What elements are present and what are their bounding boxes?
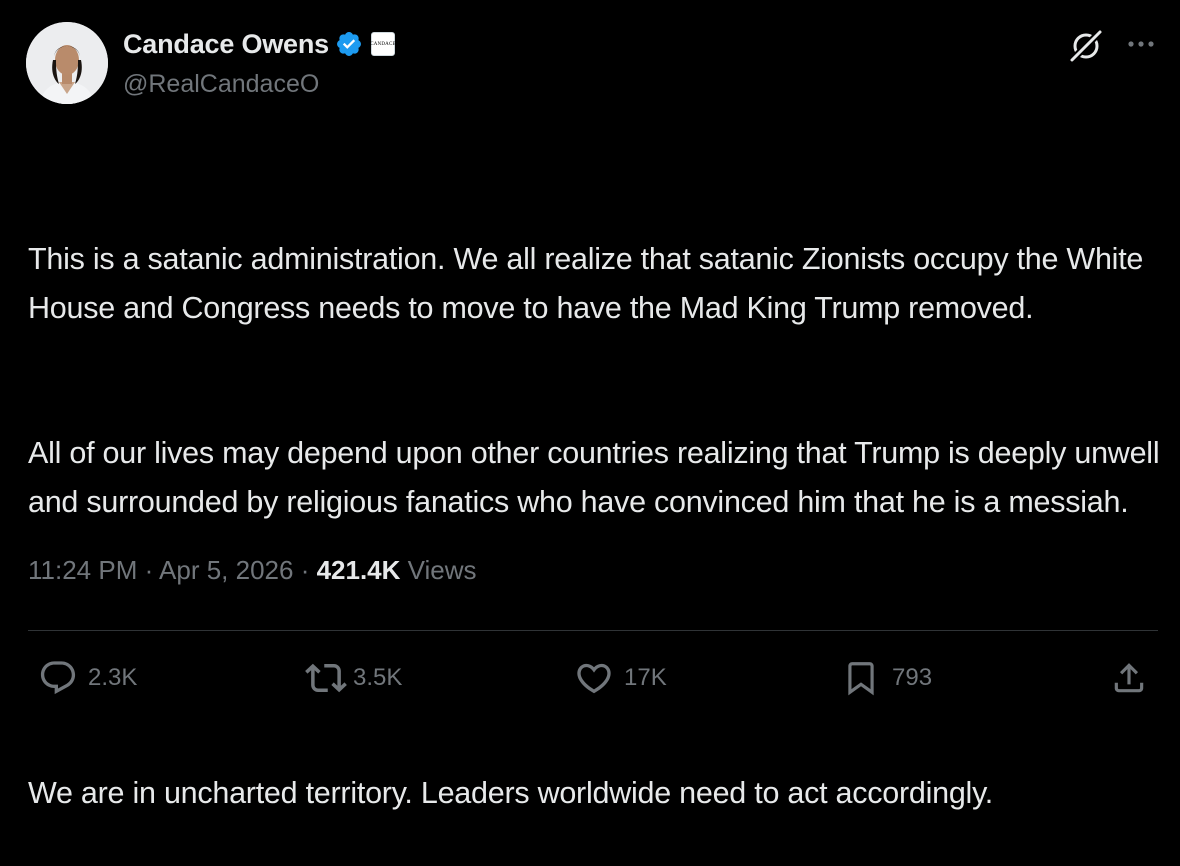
repost-count: 3.5K [353,664,403,691]
reply-icon [38,658,78,698]
heart-icon [574,658,614,698]
author-name-row: Candace Owens CANDACE [123,26,396,62]
views-label: Views [400,555,477,585]
tweet-paragraph: We are in uncharted territory. Leaders w… [28,775,994,810]
grok-icon[interactable] [1066,26,1106,66]
tweet-text: This is a satanic administration. We all… [28,138,1168,866]
tweet-paragraph: All of our lives may depend upon other c… [28,436,1168,519]
tweet-paragraph: This is a satanic administration. We all… [28,242,1152,325]
verified-badge-icon[interactable] [335,30,363,58]
meta-separator: · [137,555,160,585]
share-button[interactable] [1110,658,1148,698]
repost-icon [305,657,347,699]
divider [28,630,1158,631]
repost-button[interactable]: 3.5K [305,658,402,698]
tweet-time[interactable]: 11:24 PM [28,555,137,585]
avatar-image [26,22,108,104]
affiliate-badge-text: CANDACE [370,41,396,47]
like-count: 17K [624,664,667,691]
bookmark-icon [842,658,880,698]
reply-count: 2.3K [88,664,138,691]
bookmark-count: 793 [892,664,933,691]
tweet-date[interactable]: Apr 5, 2026 [159,555,293,585]
more-icon[interactable] [1124,34,1158,54]
share-icon [1110,658,1148,698]
meta-separator: · [293,555,317,585]
views-count[interactable]: 421.4K [317,555,401,585]
affiliate-badge[interactable]: CANDACE [370,32,396,56]
bookmark-button[interactable]: 793 [842,658,932,698]
author-handle[interactable]: @RealCandaceO [123,70,319,99]
reply-button[interactable]: 2.3K [38,658,137,698]
display-name[interactable]: Candace Owens [123,29,329,60]
like-button[interactable]: 17K [574,658,667,698]
avatar[interactable] [26,22,108,104]
tweet-meta: 11:24 PM · Apr 5, 2026 · 421.4K Views [28,555,477,586]
